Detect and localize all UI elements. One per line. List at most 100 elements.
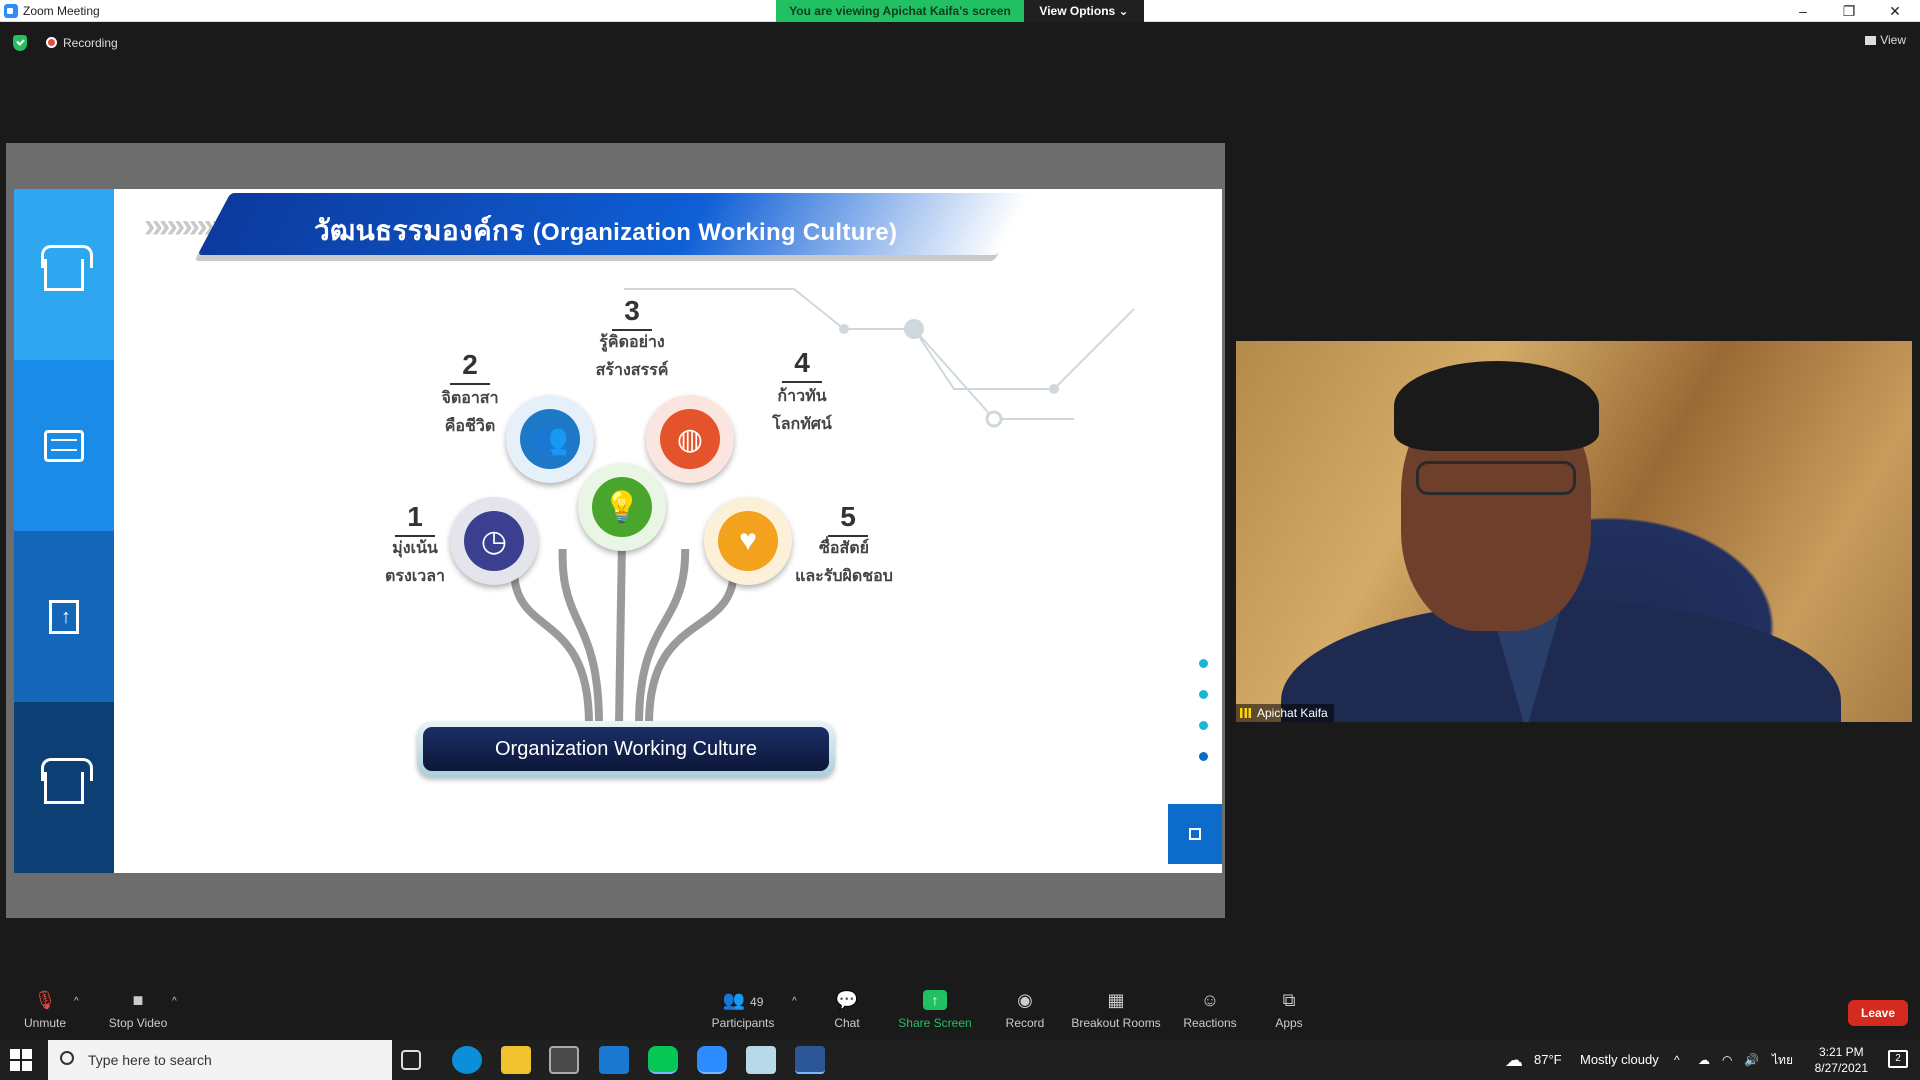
taskbar-search-box[interactable]: Type here to search: [48, 1040, 392, 1080]
windows-start-icon[interactable]: [10, 1049, 32, 1071]
share-arrow-icon: ↑: [923, 990, 947, 1010]
view-label: View: [1880, 33, 1906, 47]
input-language[interactable]: ไทย: [1772, 1040, 1793, 1080]
search-placeholder: Type here to search: [88, 1052, 212, 1068]
reactions-label: Reactions: [1183, 1016, 1237, 1030]
caption-line: ตรงเวลา: [384, 568, 446, 585]
view-options-button[interactable]: View Options ⌄: [1024, 0, 1144, 22]
heart-hand-icon: ♥: [718, 511, 778, 571]
onedrive-icon[interactable]: ☁: [1698, 1040, 1710, 1080]
weather-description[interactable]: Mostly cloudy: [1580, 1040, 1659, 1080]
caption-line: สร้างสรรค์: [595, 362, 669, 379]
tray-chevron-icon[interactable]: ^: [1674, 1040, 1680, 1080]
notification-center-icon[interactable]: 2: [1888, 1050, 1908, 1068]
item-number: 1: [385, 501, 445, 537]
word-app-icon[interactable]: [795, 1046, 825, 1074]
item-number: 3: [602, 295, 662, 331]
house-icon: [44, 771, 84, 804]
zoom-taskbar-icon[interactable]: [697, 1046, 727, 1074]
video-options-caret-icon[interactable]: ^: [172, 996, 177, 1007]
participants-label: Participants: [711, 1016, 775, 1030]
unmute-button[interactable]: 🎙 Unmute: [16, 972, 74, 1040]
caption-line: รู้คิดอย่าง: [599, 334, 665, 351]
video-person-glasses: [1416, 461, 1576, 495]
nav-dot: [1199, 690, 1208, 699]
store-icon[interactable]: [549, 1046, 579, 1074]
lightbulb-icon: 💡: [592, 477, 652, 537]
weather-temperature[interactable]: 87°F: [1534, 1040, 1562, 1080]
recording-dot-icon: [46, 37, 57, 48]
notes-app-icon[interactable]: [746, 1046, 776, 1074]
close-button[interactable]: ✕: [1872, 0, 1918, 22]
file-explorer-icon[interactable]: [501, 1046, 531, 1074]
grid-view-icon: [1865, 36, 1877, 45]
nav-dot: [1199, 721, 1208, 730]
worldview-bubble: ◍: [646, 395, 734, 483]
item-caption: รู้คิดอย่างสร้างสรรค์: [579, 329, 685, 385]
building-icon: [49, 599, 79, 634]
apps-button[interactable]: ⧉ Apps: [1264, 972, 1314, 1040]
chat-bubble-icon: 💬: [835, 990, 859, 1010]
edge-browser-icon[interactable]: [452, 1046, 482, 1074]
caption-line: และรับผิดชอบ: [795, 568, 893, 585]
item-number: 2: [440, 349, 500, 385]
volume-icon[interactable]: 🔊: [1744, 1040, 1759, 1080]
leave-button[interactable]: Leave: [1848, 1000, 1908, 1026]
sidebar-house: [14, 702, 114, 873]
stop-video-button[interactable]: ■ Stop Video: [104, 972, 172, 1040]
video-camera-icon: ■: [132, 990, 144, 1010]
participants-button[interactable]: 👥 49 Participants: [706, 972, 780, 1040]
participant-name: Apichat Kaifa: [1257, 706, 1328, 720]
meeting-toolbar: 🎙 Unmute ^ ■ Stop Video ^ 👥 49 Participa…: [0, 972, 1920, 1040]
smiley-icon: ☺: [1200, 990, 1220, 1010]
weather-cloud-icon[interactable]: ☁: [1505, 1040, 1523, 1080]
apps-label: Apps: [1275, 1016, 1303, 1030]
share-screen-label: Share Screen: [898, 1016, 972, 1030]
caption-line: ซื่อสัตย์: [819, 540, 869, 557]
sidebar-building: [14, 531, 114, 702]
caption-line: คือชีวิต: [444, 418, 496, 435]
zoom-app-icon: [4, 4, 18, 18]
shared-screen[interactable]: »»»»» วัฒนธรรมองค์กร (Organization Worki…: [6, 143, 1225, 918]
house-icon: [44, 258, 84, 291]
reactions-button[interactable]: ☺ Reactions: [1178, 972, 1242, 1040]
slide-sidebar: [14, 189, 114, 873]
stop-video-label: Stop Video: [108, 1016, 168, 1030]
chat-button[interactable]: 💬 Chat: [822, 972, 872, 1040]
participants-options-caret-icon[interactable]: ^: [792, 996, 797, 1007]
breakout-rooms-label: Breakout Rooms: [1071, 1016, 1161, 1030]
wifi-icon[interactable]: ◠: [1722, 1040, 1732, 1080]
apps-icon: ⧉: [1282, 990, 1296, 1010]
share-screen-button[interactable]: ↑ Share Screen: [898, 972, 972, 1040]
globe-icon: ◍: [660, 409, 720, 469]
audio-options-caret-icon[interactable]: ^: [74, 996, 79, 1007]
viewing-screen-banner: You are viewing Apichat Kaifa's screen: [776, 0, 1024, 22]
task-view-icon[interactable]: [401, 1050, 421, 1070]
restore-button[interactable]: ❐: [1826, 0, 1872, 22]
culture-banner: Organization Working Culture: [417, 721, 835, 777]
item-caption: จิตอาสาคือชีวิต: [426, 385, 514, 441]
participants-count: 49: [750, 995, 764, 1009]
clock-icon: ◷: [464, 511, 524, 571]
participant-video[interactable]: Apichat Kaifa: [1236, 341, 1912, 722]
recording-label[interactable]: Recording: [63, 36, 118, 50]
culture-banner-text: Organization Working Culture: [423, 727, 829, 771]
nav-dot: [1199, 659, 1208, 668]
sidebar-bus: [14, 360, 114, 531]
slide-title: วัฒนธรรมองค์กร (Organization Working Cul…: [314, 209, 897, 253]
sidebar-home: [14, 189, 114, 360]
window-title-bar: Zoom Meeting You are viewing Apichat Kai…: [0, 0, 1920, 22]
taskbar-clock[interactable]: 3:21 PM 8/27/2021: [1815, 1044, 1868, 1076]
breakout-rooms-button[interactable]: ▦ Breakout Rooms: [1070, 972, 1162, 1040]
encryption-shield-icon[interactable]: [13, 35, 27, 51]
caption-line: จิตอาสา: [441, 390, 499, 407]
line-app-icon[interactable]: [648, 1046, 678, 1074]
view-layout-button[interactable]: View: [1865, 33, 1906, 47]
bus-icon: [44, 429, 84, 462]
breakout-grid-icon: ▦: [1107, 990, 1125, 1010]
punctuality-bubble: ◷: [450, 497, 538, 585]
caption-line: ก้าวทัน: [777, 388, 827, 405]
record-button[interactable]: ◉ Record: [1000, 972, 1050, 1040]
mail-icon[interactable]: [599, 1046, 629, 1074]
minimize-button[interactable]: –: [1780, 0, 1826, 22]
